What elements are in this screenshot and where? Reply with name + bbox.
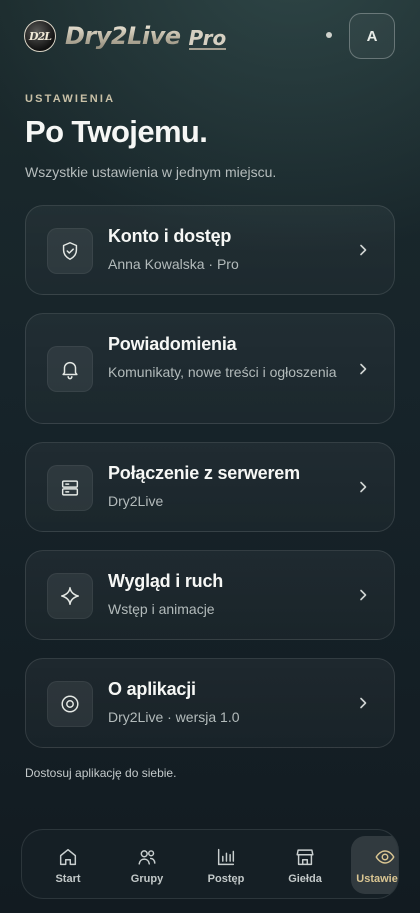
- tab-start[interactable]: Start: [35, 836, 101, 894]
- card-description: Dry2Live: [108, 493, 164, 509]
- tab-label: Ustawienia: [356, 872, 398, 885]
- sparkle-icon: [47, 573, 93, 619]
- settings-list: Konto i dostęp Anna Kowalska · Pro Powia…: [25, 205, 395, 766]
- card-title: Połączenie z serwerem: [108, 463, 300, 483]
- brand-pro-badge: Pro: [188, 26, 227, 50]
- tab-settings[interactable]: Ustawienia: [351, 836, 398, 894]
- settings-card-server[interactable]: Połączenie z serwerem Dry2Live: [25, 442, 395, 532]
- brand-emblem: D2L: [24, 20, 56, 52]
- tab-market[interactable]: Giełda: [272, 836, 338, 894]
- bar-chart-icon: [217, 848, 235, 865]
- settings-eye-icon: [375, 849, 395, 864]
- chevron-right-icon: [360, 697, 367, 709]
- brand-logo[interactable]: D2L Dry2Live Pro: [24, 18, 227, 54]
- card-description: Komunikaty, nowe treści i ogłoszenia: [108, 364, 337, 380]
- avatar-button[interactable]: A: [349, 13, 395, 59]
- card-title: Powiadomienia: [108, 334, 237, 354]
- home-icon: [59, 848, 77, 865]
- bottom-tab-bar: Start Grupy Postęp Giełda Ustawienia: [21, 829, 399, 899]
- settings-card-about[interactable]: O aplikacji Dry2Live · wersja 1.0: [25, 658, 395, 748]
- tab-label: Giełda: [288, 872, 322, 885]
- card-title: Konto i dostęp: [108, 226, 232, 246]
- server-icon: [47, 465, 93, 511]
- info-circle-icon: [47, 681, 93, 727]
- tab-label: Postęp: [207, 872, 245, 885]
- page-title: Po Twojemu.: [25, 114, 208, 149]
- status-dot: [326, 32, 332, 38]
- page-subtitle: Wszystkie ustawienia w jednym miejscu.: [25, 164, 277, 180]
- brand-name: Dry2Live: [65, 22, 181, 50]
- users-icon: [138, 849, 156, 865]
- settings-footnote: Dostosuj aplikację do siebie.: [25, 766, 177, 780]
- card-title: O aplikacji: [108, 679, 196, 699]
- chevron-right-icon: [360, 244, 367, 256]
- card-title: Wygląd i ruch: [108, 571, 224, 591]
- chevron-right-icon: [360, 363, 367, 374]
- tab-label: Start: [55, 872, 81, 885]
- shield-check-icon: [47, 228, 93, 274]
- chevron-right-icon: [360, 481, 367, 493]
- settings-card-notifications[interactable]: Powiadomienia Komunikaty, nowe treści i …: [25, 313, 395, 424]
- bell-icon: [47, 346, 93, 392]
- section-eyebrow: USTAWIENIA: [25, 93, 116, 105]
- tab-progress[interactable]: Postęp: [193, 836, 259, 894]
- store-icon: [296, 848, 314, 865]
- app-header: D2L Dry2Live Pro A: [0, 0, 420, 70]
- card-description: Anna Kowalska · Pro: [108, 256, 239, 272]
- settings-card-appearance[interactable]: Wygląd i ruch Wstęp i animacje: [25, 550, 395, 640]
- tab-label: Grupy: [130, 872, 164, 885]
- settings-card-account[interactable]: Konto i dostęp Anna Kowalska · Pro: [25, 205, 395, 295]
- chevron-right-icon: [360, 589, 367, 601]
- card-description: Wstęp i animacje: [108, 601, 215, 617]
- tab-groups[interactable]: Grupy: [114, 836, 180, 894]
- card-description: Dry2Live · wersja 1.0: [108, 709, 240, 725]
